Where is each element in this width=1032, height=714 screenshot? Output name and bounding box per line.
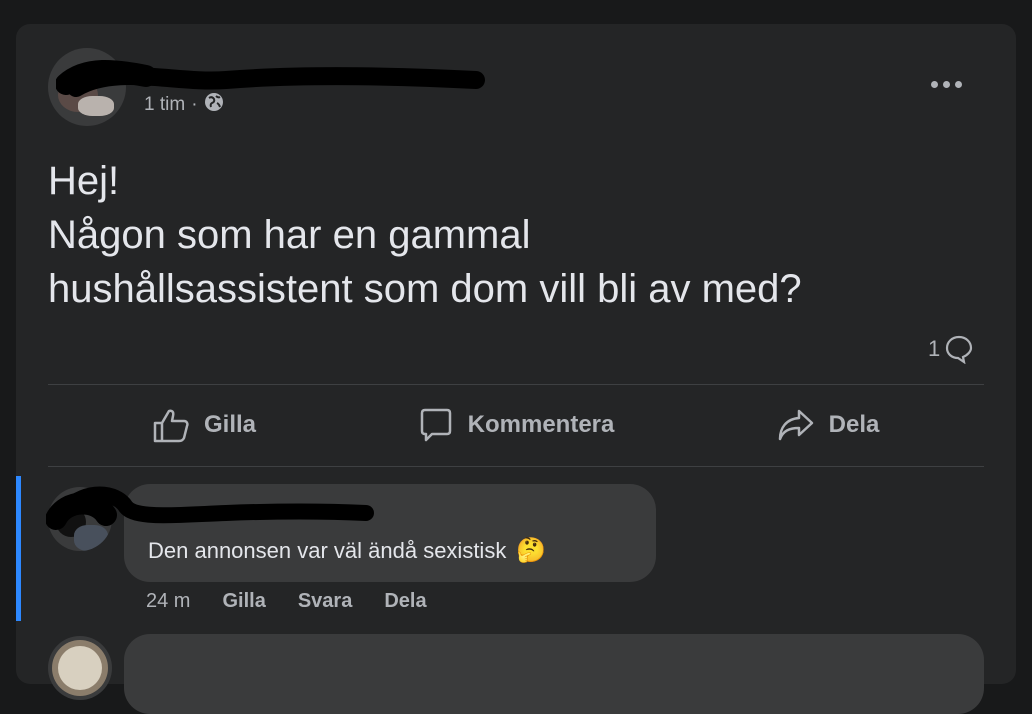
comment-footer: 24 m Gilla Svara Dela bbox=[146, 590, 427, 613]
comment-bubble-icon bbox=[946, 335, 973, 364]
comment-label: Kommentera bbox=[467, 411, 615, 438]
post-actions: Gilla Kommentera Dela bbox=[48, 386, 984, 464]
globe-icon bbox=[204, 92, 224, 118]
post-meta: 1 tim · bbox=[144, 92, 224, 118]
divider bbox=[48, 384, 984, 385]
dot-icon bbox=[954, 80, 962, 88]
more-options-button[interactable] bbox=[916, 66, 976, 102]
thinking-face-emoji: 🤔 bbox=[516, 537, 547, 564]
comment-count-value: 1 bbox=[928, 336, 941, 361]
comment-bubble bbox=[124, 634, 984, 714]
post-text-line: hushållsassistent som dom vill bli av me… bbox=[48, 267, 802, 311]
post-text: Hej! Någon som har en gammal hushållsass… bbox=[48, 154, 988, 316]
post-card: 1 tim · Hej! Någon som har en gammal hus… bbox=[16, 24, 1016, 714]
share-button[interactable]: Dela bbox=[672, 386, 984, 464]
comment-button[interactable]: Kommentera bbox=[360, 386, 672, 464]
commenter-avatar[interactable] bbox=[48, 636, 112, 700]
comment-time[interactable]: 24 m bbox=[146, 590, 190, 613]
share-icon bbox=[778, 409, 813, 441]
dot-icon bbox=[930, 80, 938, 88]
post-text-line: Hej! bbox=[48, 159, 120, 203]
redaction-scribble bbox=[46, 486, 374, 530]
comment-reply-link[interactable]: Svara bbox=[298, 590, 353, 613]
comment-share-link[interactable]: Dela bbox=[384, 590, 426, 613]
post-time[interactable]: 1 tim bbox=[144, 94, 185, 116]
comment-count[interactable]: 1 bbox=[928, 334, 974, 364]
divider bbox=[48, 466, 984, 467]
redaction-scribble bbox=[56, 60, 485, 97]
comment-highlight-bar bbox=[16, 476, 21, 621]
like-button[interactable]: Gilla bbox=[48, 386, 360, 464]
comment-like-link[interactable]: Gilla bbox=[222, 590, 265, 613]
share-label: Dela bbox=[828, 411, 880, 438]
thumbs-up-icon bbox=[153, 409, 189, 443]
like-label: Gilla bbox=[203, 411, 257, 438]
meta-separator: · bbox=[191, 94, 198, 115]
post-text-line: Någon som har en gammal bbox=[48, 213, 531, 257]
dot-icon bbox=[942, 80, 950, 88]
comment-icon bbox=[420, 408, 451, 442]
